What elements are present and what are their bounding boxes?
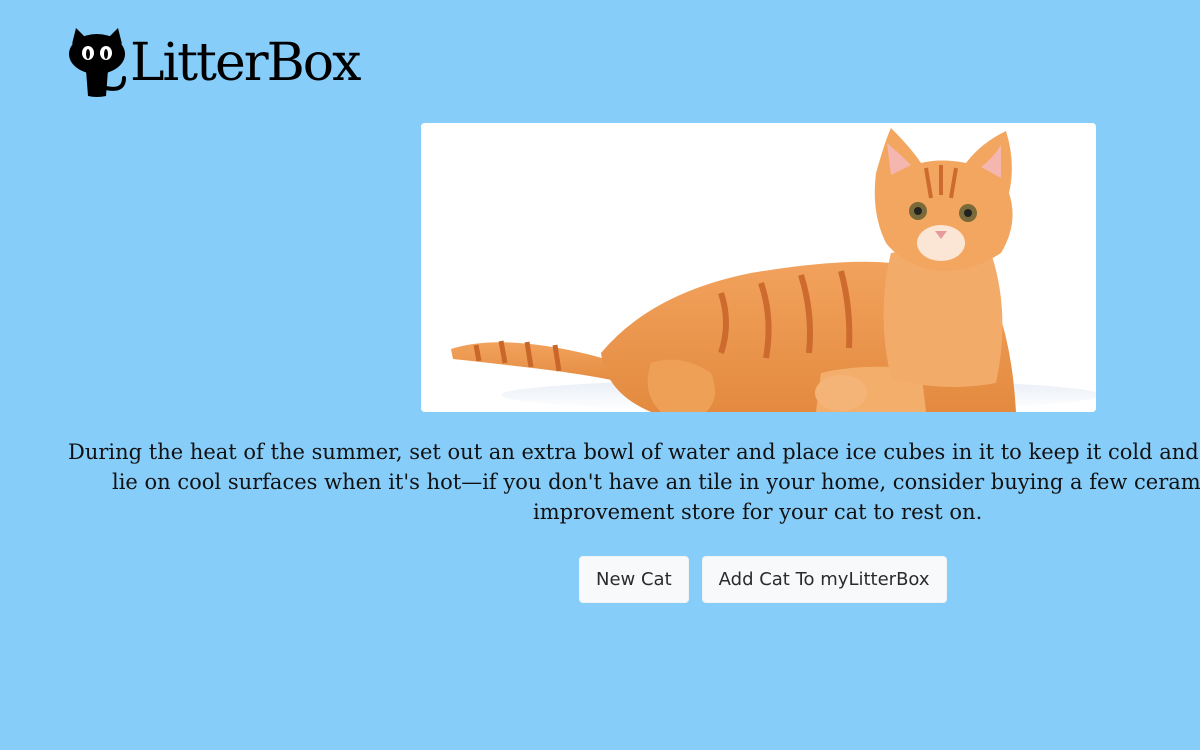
fact-line-1: During the heat of the summer, set out a… bbox=[68, 440, 1199, 464]
new-cat-button[interactable]: New Cat bbox=[579, 556, 689, 603]
action-buttons: New Cat Add Cat To myLitterBox bbox=[579, 556, 947, 603]
add-cat-to-mylitterbox-button[interactable]: Add Cat To myLitterBox bbox=[701, 556, 947, 603]
fact-line-2: lie on cool surfaces when it's hot—if yo… bbox=[112, 470, 1200, 494]
fact-line-3: improvement store for your cat to rest o… bbox=[533, 500, 983, 524]
page: LitterBox During the heat of the summer,… bbox=[0, 0, 1200, 750]
cat-photo bbox=[421, 123, 1096, 412]
black-cat-icon bbox=[69, 28, 126, 97]
brand-name: LitterBox bbox=[130, 33, 361, 93]
brand[interactable]: LitterBox bbox=[66, 26, 361, 100]
cat-fact: During the heat of the summer, set out a… bbox=[68, 437, 1200, 527]
orange-tabby-cat-photo bbox=[421, 123, 1096, 412]
